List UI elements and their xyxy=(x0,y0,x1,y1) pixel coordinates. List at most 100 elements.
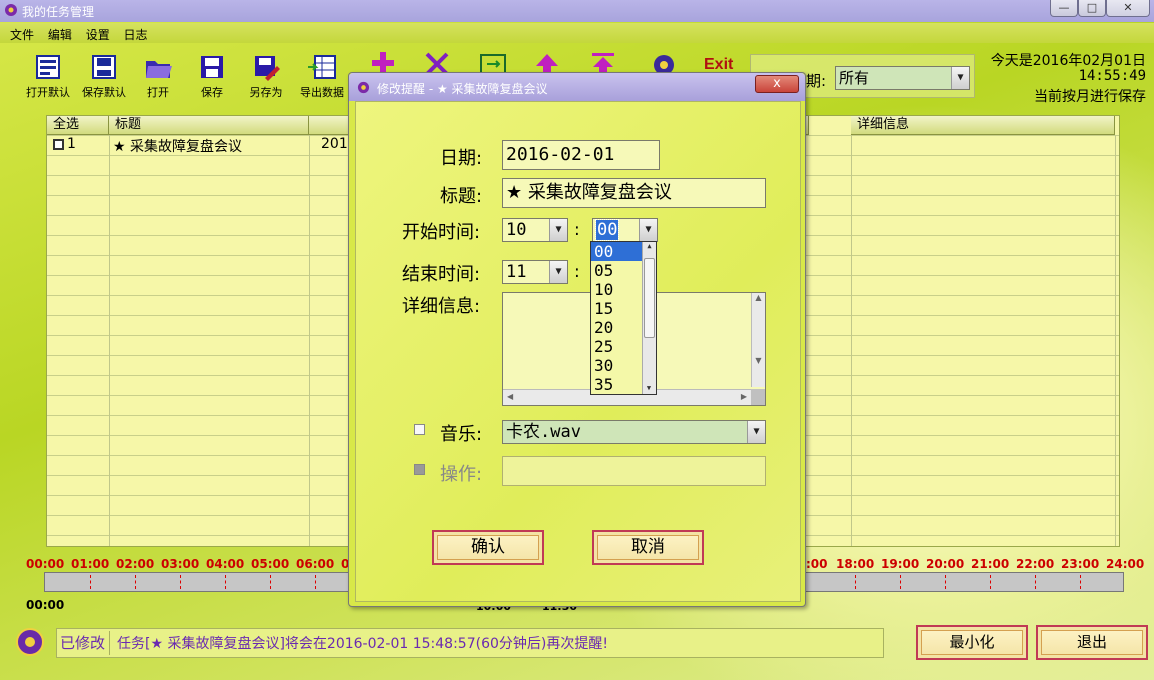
move-up-icon[interactable] xyxy=(532,52,562,74)
title-header[interactable]: 标题 xyxy=(109,116,309,135)
column-divider xyxy=(109,135,110,546)
detail-label: 详细信息: xyxy=(402,296,481,317)
hour-tick xyxy=(180,575,181,589)
music-value: 卡农.wav xyxy=(506,422,581,442)
filter-select[interactable]: 所有 ▼ xyxy=(835,66,970,90)
time-colon: : xyxy=(574,220,580,240)
close-window-button[interactable]: ✕ xyxy=(1106,0,1150,17)
move-top-icon[interactable] xyxy=(588,52,618,74)
hour-tick xyxy=(315,575,316,589)
menu-file[interactable]: 文件 xyxy=(10,26,34,43)
column-divider xyxy=(1115,135,1116,546)
minimize-button[interactable]: 最小化 xyxy=(916,625,1028,660)
hour-tick xyxy=(225,575,226,589)
save-default-button[interactable]: 保存默认 xyxy=(76,50,132,102)
modified-flag: 已修改 xyxy=(60,634,106,652)
open-button[interactable]: 打开 xyxy=(130,50,186,102)
maximize-window-button[interactable]: □ xyxy=(1078,0,1106,17)
date-field[interactable]: 2016-02-01 xyxy=(502,140,660,170)
scroll-up-arrow-icon[interactable]: ▲ xyxy=(643,242,656,250)
dialog-body: 日期: 2016-02-01 标题: ★ 采集故障复盘会议 开始时间: 10 ▼… xyxy=(355,101,801,602)
list-item[interactable]: 00 xyxy=(591,242,643,261)
hour-label: 01:00 xyxy=(71,557,110,571)
list-item[interactable]: 10 xyxy=(591,280,643,299)
list-item[interactable]: 30 xyxy=(591,356,643,375)
row-checkbox[interactable] xyxy=(53,139,64,150)
minimize-window-button[interactable]: — xyxy=(1050,0,1078,17)
date-label: 日期: xyxy=(440,148,483,169)
dropdown-scrollbar[interactable]: ▲ ▼ xyxy=(642,242,656,394)
export-data-button[interactable]: 导出数据 xyxy=(294,50,350,102)
hour-tick xyxy=(900,575,901,589)
menu-settings[interactable]: 设置 xyxy=(86,26,110,43)
open-default-icon xyxy=(36,55,60,79)
dialog-close-button[interactable]: x xyxy=(755,75,799,93)
refresh-icon[interactable] xyxy=(478,52,508,74)
clock-time: 14:55:49 xyxy=(1078,68,1146,84)
save-as-label: 另存为 xyxy=(249,86,283,99)
detail-header[interactable]: 详细信息 xyxy=(851,116,1115,135)
status-gear-icon xyxy=(16,628,44,656)
hour-tick xyxy=(945,575,946,589)
hour-tick xyxy=(990,575,991,589)
chevron-down-icon: ▼ xyxy=(549,219,567,241)
start-hour-select[interactable]: 10 ▼ xyxy=(502,218,568,242)
save-as-button[interactable]: 另存为 xyxy=(238,50,294,102)
column-divider xyxy=(851,135,852,546)
dialog-gear-icon xyxy=(357,81,370,94)
list-item[interactable]: 35 xyxy=(591,375,643,394)
hour-label: 02:00 xyxy=(116,557,155,571)
end-time-label: 结束时间: xyxy=(402,264,481,285)
title-field[interactable]: ★ 采集故障复盘会议 xyxy=(502,178,766,208)
open-default-button[interactable]: 打开默认 xyxy=(20,50,76,102)
detail-vscrollbar[interactable]: ▲ ▼ xyxy=(751,293,765,387)
list-item[interactable]: 20 xyxy=(591,318,643,337)
list-item[interactable]: 05 xyxy=(591,261,643,280)
action-checkbox xyxy=(414,464,425,475)
title-bar: 我的任务管理 — □ ✕ xyxy=(0,0,1154,22)
minute-dropdown-list[interactable]: 00 05 10 15 20 25 30 35 ▲ ▼ xyxy=(590,241,657,395)
hour-label: 19:00 xyxy=(881,557,920,571)
music-select[interactable]: 卡农.wav ▼ xyxy=(502,420,766,444)
hour-tick xyxy=(1080,575,1081,589)
chevron-down-icon: ▼ xyxy=(549,261,567,283)
menu-edit[interactable]: 编辑 xyxy=(48,26,72,43)
select-all-header[interactable]: 全选 xyxy=(47,116,109,135)
end-hour-select[interactable]: 11 ▼ xyxy=(502,260,568,284)
add-icon[interactable] xyxy=(368,52,398,74)
status-box: 已修改 任务[★ 采集故障复盘会议]将会在2016-02-01 15:48:57… xyxy=(56,628,884,658)
delete-icon[interactable] xyxy=(422,52,452,74)
hour-tick xyxy=(1035,575,1036,589)
hour-tick xyxy=(135,575,136,589)
action-field xyxy=(502,456,766,486)
menu-log[interactable]: 日志 xyxy=(124,26,148,43)
hour-label: 03:00 xyxy=(161,557,200,571)
hour-label: 18:00 xyxy=(836,557,875,571)
dialog-title: 修改提醒 - ★ 采集故障复盘会议 xyxy=(377,82,548,96)
scroll-thumb[interactable] xyxy=(644,258,655,338)
folder-open-icon xyxy=(146,61,172,78)
settings-gear-icon[interactable] xyxy=(650,52,678,74)
save-button[interactable]: 保存 xyxy=(184,50,240,102)
hour-tick xyxy=(855,575,856,589)
hour-label: 23:00 xyxy=(1061,557,1100,571)
exit-button[interactable]: 退出 xyxy=(1036,625,1148,660)
confirm-button[interactable]: 确认 xyxy=(432,530,544,565)
start-hour-value: 10 xyxy=(506,220,527,240)
cancel-button[interactable]: 取消 xyxy=(592,530,704,565)
chevron-down-icon: ▼ xyxy=(639,219,657,241)
scroll-down-arrow-icon[interactable]: ▼ xyxy=(643,384,655,392)
open-default-label: 打开默认 xyxy=(26,86,70,99)
save-default-label: 保存默认 xyxy=(82,86,126,99)
edit-reminder-dialog: 修改提醒 - ★ 采集故障复盘会议 x 日期: 2016-02-01 标题: ★… xyxy=(348,72,806,607)
list-item[interactable]: 15 xyxy=(591,299,643,318)
hour-label: 05:00 xyxy=(251,557,290,571)
start-minute-select[interactable]: 00 ▼ xyxy=(592,218,658,242)
hour-label: 21:00 xyxy=(971,557,1010,571)
column-divider xyxy=(309,135,310,546)
hour-label: 22:00 xyxy=(1016,557,1055,571)
music-checkbox[interactable] xyxy=(414,424,425,435)
list-item[interactable]: 25 xyxy=(591,337,643,356)
filter-label: 期: xyxy=(806,72,827,90)
hour-label: 00:00 xyxy=(26,557,65,571)
